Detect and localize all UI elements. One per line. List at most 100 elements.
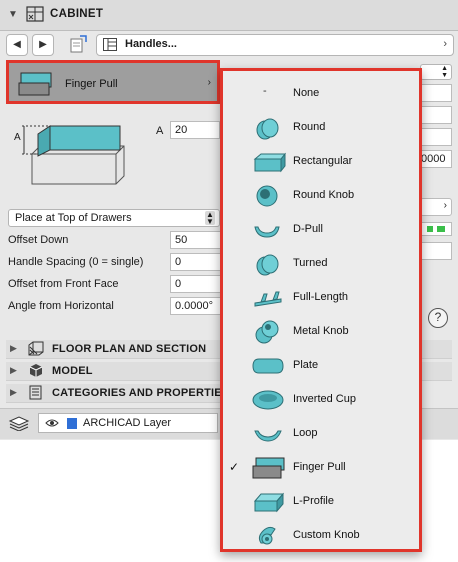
help-button[interactable]: ? [428,308,448,328]
forward-button[interactable]: ▶ [32,34,54,56]
offset-down-input[interactable]: 50 [170,231,222,249]
handle-spacing-label: Handle Spacing (0 = single) [8,256,144,268]
menu-item-label: Metal Knob [293,325,349,337]
loop-handle-icon [251,421,287,447]
panel-header[interactable]: ▼ CABINET [0,0,458,31]
menu-item-label: Round [293,121,326,133]
menu-item-plate[interactable]: Plate [223,349,419,383]
angle-horizontal-input[interactable]: 0.0000° [170,297,222,315]
handle-type-selector[interactable]: Finger Pull › [6,60,220,104]
section-model-label: MODEL [52,365,93,377]
layer-color-swatch [67,418,77,429]
disclosure-triangle-icon: ▶ [10,365,17,375]
chevron-right-icon: › [443,200,447,211]
eye-icon[interactable] [45,418,59,428]
back-button[interactable]: ◀ [6,34,28,56]
arrow-right-icon: ▶ [39,39,47,50]
round-handle-icon [251,115,287,141]
menu-item-round[interactable]: Round [223,111,419,145]
placement-select-label: Place at Top of Drawers [15,212,132,224]
full-length-handle-icon [251,285,287,311]
menu-item-finger-pull[interactable]: ✓ Finger Pull [223,451,419,485]
menu-item-full-length[interactable]: Full-Length [223,281,419,315]
handle-spacing-input[interactable]: 0 [170,253,222,271]
handle-type-label: Finger Pull [65,78,118,90]
finger-pull-icon [251,455,287,481]
l-profile-icon [251,489,287,515]
placement-select[interactable]: Place at Top of Drawers ▲ ▼ [8,209,220,227]
status-green-block [427,226,433,232]
menu-item-l-profile[interactable]: L-Profile [223,485,419,519]
layers-icon [8,415,30,432]
custom-knob-icon [251,523,287,549]
none-dash: - [263,85,267,97]
favorites-icon [70,35,87,53]
disclosure-triangle-icon: ▶ [10,343,17,353]
menu-item-custom-knob[interactable]: Custom Knob [223,519,419,553]
page-selector-label: Handles... [125,38,177,50]
offset-front-face-label: Offset from Front Face [8,278,119,290]
menu-item-label: Full-Length [293,291,349,303]
right-input-5[interactable] [420,242,452,260]
plate-handle-icon [251,353,287,379]
arrow-left-icon: ◀ [13,39,21,50]
menu-item-rectangular[interactable]: Rectangular [223,145,419,179]
section-floor-plan-label: FLOOR PLAN AND SECTION [52,343,207,355]
menu-item-loop[interactable]: Loop [223,417,419,451]
handle-type-menu: - None Round Rectangular Round Knob D-Pu… [220,68,422,552]
cabinet-settings-icon [26,6,44,22]
preview-dimension-label: A [14,132,21,143]
inverted-cup-icon [251,387,287,413]
floor-plan-icon [28,341,44,356]
menu-item-round-knob[interactable]: Round Knob [223,179,419,213]
dimension-a-label: A [156,125,164,137]
right-input-4[interactable]: 0000 [420,150,452,168]
menu-item-label: Inverted Cup [293,393,356,405]
checkmark-icon: ✓ [229,460,240,474]
menu-item-metal-knob[interactable]: Metal Knob [223,315,419,349]
favorites-button[interactable] [68,34,90,54]
right-placement-select[interactable]: ▲ ▼ [420,64,452,80]
layer-label: ARCHICAD Layer [83,417,172,429]
right-input-3[interactable] [420,128,452,146]
menu-item-label: Round Knob [293,189,355,201]
disclosure-triangle-icon: ▶ [10,387,17,397]
handles-panel-icon [103,38,117,51]
menu-item-label: Plate [293,359,319,371]
status-green-block [437,226,445,232]
section-categories[interactable]: ▶ CATEGORIES AND PROPERTIES [6,384,220,403]
menu-item-label: Rectangular [293,155,353,167]
categories-icon [28,385,44,400]
menu-item-label: Custom Knob [293,529,360,541]
menu-item-none[interactable]: - None [223,77,419,111]
offset-front-face-input[interactable]: 0 [170,275,222,293]
model-cube-icon [28,363,44,378]
menu-item-label: Loop [293,427,318,439]
chevron-down-icon[interactable]: ▼ [8,9,18,20]
menu-item-label: L-Profile [293,495,334,507]
dimension-a-input[interactable]: 20 [170,121,220,139]
rectangular-handle-icon [251,149,287,175]
chevron-right-icon: › [443,38,447,50]
help-icon: ? [434,310,442,324]
menu-item-inverted-cup[interactable]: Inverted Cup [223,383,419,417]
panel-title: CABINET [50,8,104,20]
right-select-2[interactable]: › [420,198,452,216]
updown-chevron-icon: ▲ ▼ [441,65,448,79]
menu-item-label: D-Pull [293,223,323,235]
round-knob-icon [251,183,287,209]
metal-knob-icon [251,319,287,345]
section-categories-label: CATEGORIES AND PROPERTIES [52,387,220,399]
turned-handle-icon [251,251,287,277]
offset-down-label: Offset Down [8,234,69,246]
menu-item-turned[interactable]: Turned [223,247,419,281]
menu-item-label: None [293,87,320,99]
right-input-2[interactable] [420,106,452,124]
layer-selector[interactable]: ARCHICAD Layer [38,413,218,433]
right-input-1[interactable] [420,84,452,102]
page-selector[interactable]: Handles... › [96,34,454,56]
handle-preview: A [10,116,130,188]
d-pull-icon [251,217,287,243]
updown-chevron-icon: ▲ ▼ [205,210,215,226]
menu-item-d-pull[interactable]: D-Pull [223,213,419,247]
